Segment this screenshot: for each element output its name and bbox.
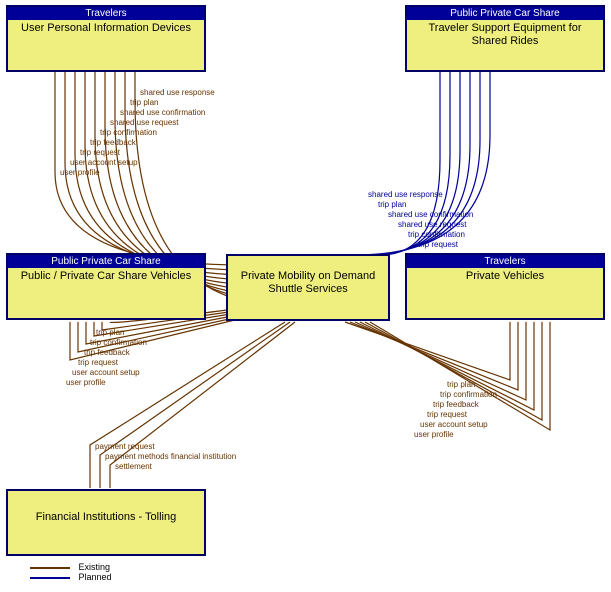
box-ppcsv-body: Public / Private Car Share Vehicles (8, 268, 204, 285)
box-ppcsv[interactable]: Public Private Car Share Public / Privat… (6, 253, 206, 320)
box-upid-body: User Personal Information Devices (8, 20, 204, 37)
flow-ppcsv-1: trip confirmation (90, 338, 147, 347)
flow-ppcsv-2: trip feedback (84, 348, 130, 357)
legend-planned-line (30, 577, 70, 579)
flow-ppcsv-5: user profile (66, 378, 106, 387)
flow-upid-4: trip confirmation (100, 128, 157, 137)
box-pv-body: Private Vehicles (407, 268, 603, 285)
legend: Existing Planned (30, 562, 112, 582)
flow-upid-1: trip plan (130, 98, 158, 107)
box-fit[interactable]: Financial Institutions - Tolling (6, 489, 206, 556)
box-pv-head: Travelers (407, 255, 603, 268)
flow-upid-2: shared use confirmation (120, 108, 205, 117)
flow-pv-2: trip feedback (433, 400, 479, 409)
box-tse-head: Public Private Car Share (407, 7, 603, 20)
flow-tse-5: trip request (418, 240, 458, 249)
box-fit-body: Financial Institutions - Tolling (8, 491, 204, 526)
flow-pv-4: user account setup (420, 420, 488, 429)
box-pv[interactable]: Travelers Private Vehicles (405, 253, 605, 320)
flow-pv-5: user profile (414, 430, 454, 439)
flow-pv-1: trip confirmation (440, 390, 497, 399)
flow-upid-0: shared use response (140, 88, 215, 97)
legend-planned-label: Planned (79, 572, 112, 582)
flow-fit-1: payment methods financial institution (105, 452, 236, 461)
legend-existing-line (30, 567, 70, 569)
box-upid[interactable]: Travelers User Personal Information Devi… (6, 5, 206, 72)
flow-ppcsv-0: trip plan (96, 328, 124, 337)
flow-pv-3: trip request (427, 410, 467, 419)
legend-existing: Existing (30, 562, 112, 572)
flow-upid-5: trip feedback (90, 138, 136, 147)
box-tse[interactable]: Public Private Car Share Traveler Suppor… (405, 5, 605, 72)
box-tse-body: Traveler Support Equipment for Shared Ri… (407, 20, 603, 50)
flow-ppcsv-3: trip request (78, 358, 118, 367)
flow-upid-8: user profile (60, 168, 100, 177)
flow-tse-2: shared use confirmation (388, 210, 473, 219)
flow-pv-0: trip plan (447, 380, 475, 389)
flow-ppcsv-4: user account setup (72, 368, 140, 377)
flow-upid-6: trip request (80, 148, 120, 157)
flow-tse-3: shared use request (398, 220, 467, 229)
box-pmds[interactable]: Private Mobility on Demand Shuttle Servi… (226, 254, 390, 321)
flow-fit-0: payment request (95, 442, 155, 451)
box-upid-head: Travelers (8, 7, 204, 20)
flow-tse-0: shared use response (368, 190, 443, 199)
box-pmds-body: Private Mobility on Demand Shuttle Servi… (228, 256, 388, 298)
context-diagram: Travelers User Personal Information Devi… (0, 0, 611, 592)
box-ppcsv-head: Public Private Car Share (8, 255, 204, 268)
legend-planned: Planned (30, 572, 112, 582)
flow-fit-2: settlement (115, 462, 152, 471)
legend-existing-label: Existing (79, 562, 111, 572)
flow-tse-1: trip plan (378, 200, 406, 209)
flow-upid-7: user account setup (70, 158, 138, 167)
flow-upid-3: shared use request (110, 118, 179, 127)
flow-tse-4: trip confirmation (408, 230, 465, 239)
